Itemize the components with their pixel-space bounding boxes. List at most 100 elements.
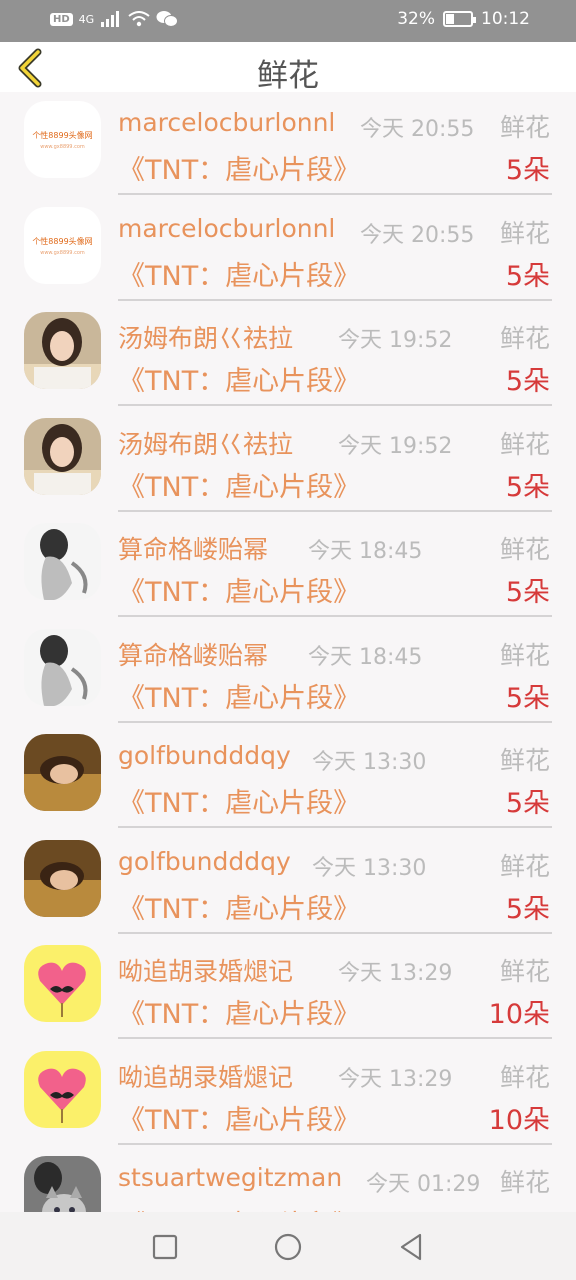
movie-title: 《TNT：虐心片段》 <box>118 577 361 608</box>
divider <box>118 193 552 195</box>
gift-count: 10朵 <box>488 1104 550 1136</box>
bw-photo-avatar[interactable] <box>24 628 101 706</box>
system-back-button[interactable] <box>396 1232 426 1262</box>
gift-count: 5朵 <box>505 577 550 608</box>
gift-time: 今天 20:55 <box>360 117 475 142</box>
user-name[interactable]: 算命格嵝贻幂 <box>118 636 268 672</box>
divider <box>118 826 552 828</box>
wifi-icon <box>128 11 150 27</box>
divider <box>118 404 552 406</box>
movie-title: 《TNT：虐心片段》 <box>118 260 361 292</box>
gift-list[interactable]: 个性8899头像网 www.gx8899.com marcelocburlonnl 今… <box>0 92 576 1212</box>
list-item[interactable]: 汤姆布朗巜祛拉 今天 19:52 鲜花《TNT：虐心片段》 5朵 <box>0 303 576 408</box>
status-left: HD 4G <box>50 10 179 28</box>
gift-count: 5朵 <box>505 471 550 503</box>
list-item[interactable]: golfbundddqy 今天 13:30 鲜花 《TNT：虐心片段》 5朵 <box>0 831 576 936</box>
gift-type: 鲜花 <box>499 324 550 353</box>
movie-title: 《TNT：虐心片段》 <box>118 788 361 819</box>
top-bar: 鲜花 <box>0 42 576 94</box>
status-right: 32% 10:12 <box>397 9 530 29</box>
divider <box>118 615 552 617</box>
girl-photo-avatar[interactable] <box>24 312 101 389</box>
gift-type: 鲜花 <box>499 1168 550 1197</box>
movie-title: 《TNT：虐心片段》 <box>118 366 361 397</box>
logo-avatar[interactable]: 个性8899头像网 www.gx8899.com <box>24 101 101 178</box>
field-photo-avatar[interactable] <box>24 839 101 917</box>
clock: 10:12 <box>481 9 530 29</box>
field-photo-avatar[interactable] <box>24 734 101 811</box>
gift-count: 5朵 <box>505 682 550 714</box>
gift-time: 今天 20:55 <box>360 222 475 248</box>
signal-icon <box>101 11 120 27</box>
home-button[interactable] <box>273 1232 303 1262</box>
user-name[interactable]: 呦追胡录婚煺记 <box>118 1058 293 1094</box>
list-item[interactable]: 算命格嵝贻幂 今天 18:45 鲜花 《TNT：虐心片段》 5朵 <box>0 514 576 619</box>
gift-type: 鲜花 <box>499 1062 550 1092</box>
movie-title: 《TNT：虐心片段》 <box>118 155 361 186</box>
heart-mustache-avatar[interactable] <box>24 945 101 1022</box>
bw-photo-avatar[interactable] <box>24 523 101 600</box>
list-item[interactable]: 呦追胡录婚煺记 今天 13:29 鲜花 《TNT：虐心片段》 10朵 <box>0 936 576 1041</box>
svg-text:www.gx8899.com: www.gx8899.com <box>40 144 85 150</box>
user-name[interactable]: 呦追胡录婚煺记 <box>118 952 293 988</box>
status-bar: HD 4G 32% 10:12 <box>0 0 576 42</box>
gift-count: 5朵 <box>505 366 550 397</box>
gift-type: 鲜花 <box>499 535 550 564</box>
battery-icon <box>443 11 476 27</box>
user-name[interactable]: stsuartwegitzman <box>118 1163 342 1192</box>
list-item[interactable]: 个性8899头像网 www.gx8899.com marcelocburlonnl 今… <box>0 92 576 197</box>
gift-time: 今天 13:30 <box>312 855 427 881</box>
system-nav-bar <box>0 1212 576 1280</box>
triangle-back-icon <box>400 1233 422 1261</box>
gift-time: 今天 19:52 <box>338 328 453 353</box>
user-name[interactable]: golfbundddqy <box>118 741 291 770</box>
gift-time: 今天 19:52 <box>338 433 453 459</box>
gift-type: 鲜花 <box>499 113 550 142</box>
divider <box>118 1037 552 1039</box>
user-name[interactable]: golfbundddqy <box>118 847 291 876</box>
page-title: 鲜花 <box>257 58 319 94</box>
user-name[interactable]: 算命格嵝贻幂 <box>118 530 268 566</box>
list-item[interactable]: 个性8899头像网 www.gx8899.com marcelocburlonnl 今… <box>0 198 576 303</box>
network-label: 4G <box>78 12 95 26</box>
gift-count: 10朵 <box>488 999 550 1030</box>
gift-type: 鲜花 <box>499 218 550 248</box>
logo-avatar[interactable]: 个性8899头像网 www.gx8899.com <box>24 206 101 284</box>
cat-photo-avatar[interactable] <box>24 1156 101 1212</box>
divider <box>118 509 552 512</box>
divider <box>118 720 552 723</box>
movie-title: 《TNT：虐心片段》 <box>118 682 361 714</box>
movie-title: 《TNT：虐心片段》 <box>118 1203 360 1212</box>
gift-type: 鲜花 <box>499 746 550 775</box>
gift-time: 今天 18:45 <box>308 644 423 670</box>
divider <box>118 1142 552 1145</box>
divider <box>118 931 552 934</box>
gift-type: 鲜花 <box>499 640 550 670</box>
hd-badge: HD <box>50 12 73 26</box>
square-recent-icon <box>152 1234 178 1260</box>
user-name[interactable]: 汤姆布朗巜祛拉 <box>118 319 293 355</box>
battery-percent: 32% <box>397 9 435 29</box>
user-name[interactable]: marcelocburlonnl <box>118 214 335 243</box>
movie-title: 《TNT：虐心片段》 <box>118 1104 361 1136</box>
user-name[interactable]: 汤姆布朗巜祛拉 <box>118 425 293 461</box>
svg-text:个性8899头像网: 个性8899头像网 <box>32 130 92 140</box>
movie-title: 《TNT：虐心片段》 <box>118 471 361 503</box>
gift-time: 今天 13:29 <box>338 961 453 986</box>
movie-title: 《TNT：虐心片段》 <box>118 893 361 925</box>
user-name[interactable]: marcelocburlonnl <box>118 108 335 137</box>
recent-apps-button[interactable] <box>150 1232 180 1262</box>
gift-count: 5朵 <box>505 788 550 819</box>
gift-count: 5朵 <box>505 260 550 292</box>
list-item[interactable]: golfbundddqy 今天 13:30 鲜花 《TNT：虐心片段》 5朵 <box>0 725 576 830</box>
list-item[interactable]: 汤姆布朗巜祛拉 今天 19:52 鲜花 《TNT：虐心片段》 5朵 <box>0 409 576 514</box>
wechat-icon <box>156 11 179 27</box>
list-item[interactable]: 呦追胡录婚煺记 今天 13:29 鲜花《TNT：虐心片段》 10朵 <box>0 1042 576 1147</box>
gift-time: 今天 13:29 <box>338 1066 453 1092</box>
list-item[interactable]: 算命格嵝贻幂 今天 18:45 鲜花《TNT：虐心片段》 5朵 <box>0 620 576 725</box>
divider <box>118 298 552 301</box>
list-item[interactable]: stsuartwegitzman 今天 01:29 鲜花《TNT：虐心片段》 <box>0 1147 576 1212</box>
girl-photo-avatar[interactable] <box>24 417 101 495</box>
gift-time: 今天 01:29 <box>366 1172 481 1197</box>
heart-mustache-avatar[interactable] <box>24 1050 101 1128</box>
